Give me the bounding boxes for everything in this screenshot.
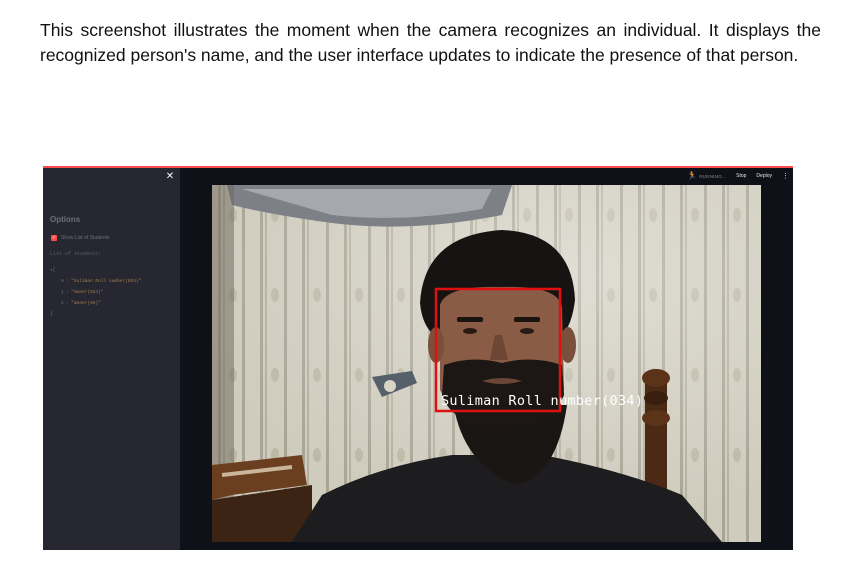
options-title: Options (50, 215, 81, 224)
detection-label: Suliman Roll number(034) (441, 393, 644, 409)
top-toolbar: 🏃 RUNNING... Stop Deploy ⋮ (687, 171, 789, 181)
close-icon[interactable]: ✕ (164, 171, 176, 183)
checkbox-label: Show List of Students (61, 235, 110, 241)
show-students-checkbox[interactable]: ✓ Show List of Students (51, 235, 109, 241)
checkbox-checked-icon[interactable]: ✓ (51, 235, 57, 241)
json-open-bracket[interactable]: ▾[ (50, 265, 175, 276)
stop-button[interactable]: Stop (736, 173, 746, 179)
deploy-button[interactable]: Deploy (756, 173, 772, 179)
running-status: 🏃 RUNNING... (687, 171, 726, 181)
streamlit-app-window: ✕ Options ✓ Show List of Students List o… (43, 166, 793, 550)
running-person-icon: 🏃 (687, 171, 698, 180)
camera-feed: Suliman Roll number(034) (212, 185, 761, 542)
list-item: 2 : "ameer(06)" (61, 301, 101, 306)
sidebar: ✕ Options ✓ Show List of Students List o… (43, 168, 180, 550)
students-json-view: ▾[ 0 : "Suliman Roll number(034)" 1 : "A… (50, 265, 175, 320)
list-item: 0 : "Suliman Roll number(034)" (61, 279, 142, 284)
list-item: 1 : "Ameer(024)" (61, 290, 104, 295)
running-status-text: RUNNING... (699, 173, 727, 179)
camera-frame-image (212, 185, 761, 542)
main-menu-icon[interactable]: ⋮ (782, 172, 789, 180)
caption-text: This screenshot illustrates the moment w… (40, 20, 821, 65)
students-list-heading: List of students: (50, 251, 102, 257)
json-close-bracket: ] (50, 312, 53, 317)
